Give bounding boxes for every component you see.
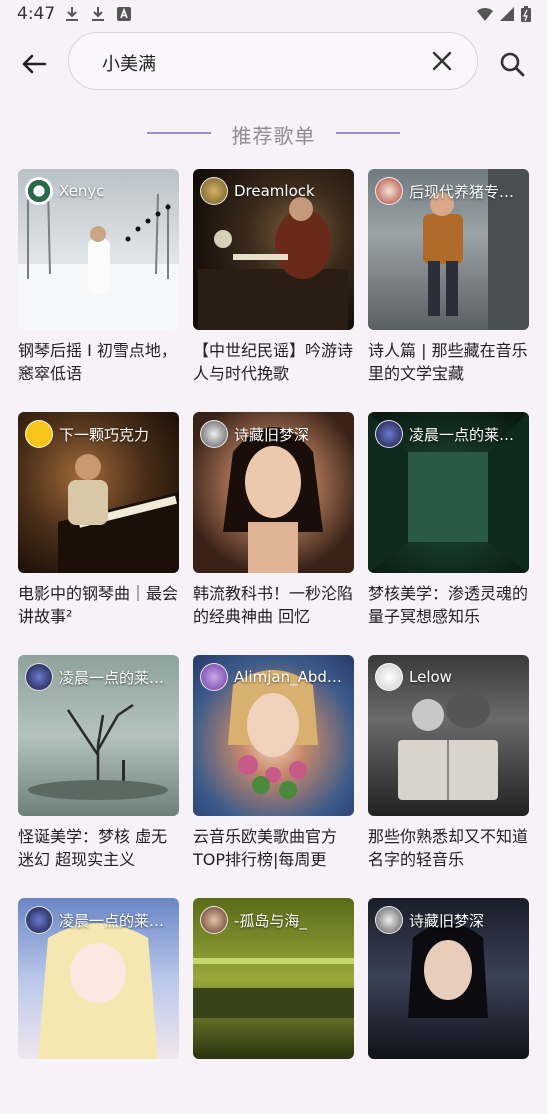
avatar xyxy=(375,906,403,934)
playlist-owner: 凌晨一点的莱… xyxy=(25,662,175,692)
owner-name: Alimjan_Abdu… xyxy=(234,668,350,686)
avatar xyxy=(25,663,53,691)
back-arrow-icon[interactable] xyxy=(18,48,50,80)
playlist-cover[interactable]: Lelow xyxy=(368,655,529,816)
playlist-card[interactable]: Alimjan_Abdu… 云音乐欧美歌曲官方TOP排行榜|每周更 xyxy=(193,655,354,871)
search-query-text[interactable]: 小美满 xyxy=(102,50,156,76)
close-icon[interactable] xyxy=(431,50,453,72)
playlist-title[interactable]: 梦核美学：渗透灵魂的量子冥想感知乐 xyxy=(368,582,529,628)
playlist-owner: Xenyc xyxy=(25,176,175,206)
owner-name: 诗藏旧梦深 xyxy=(409,911,485,930)
playlist-owner: 凌晨一点的莱… xyxy=(25,905,175,935)
owner-name: 凌晨一点的莱… xyxy=(59,668,165,687)
playlist-owner: 后现代养猪专… xyxy=(375,176,525,206)
playlist-card[interactable]: -孤岛与海_ xyxy=(193,898,354,1114)
avatar xyxy=(200,177,228,205)
status-notifications xyxy=(64,6,132,22)
playlist-card[interactable]: 凌晨一点的莱… 梦核美学：渗透灵魂的量子冥想感知乐 xyxy=(368,412,529,628)
playlist-card[interactable]: 后现代养猪专… 诗人篇 | 那些藏在音乐里的文学宝藏 xyxy=(368,169,529,385)
playlist-title[interactable]: 韩流教科书！一秒沦陷的经典神曲 回忆 xyxy=(193,582,354,628)
avatar xyxy=(375,177,403,205)
avatar xyxy=(200,663,228,691)
owner-name: 凌晨一点的莱… xyxy=(59,911,165,930)
playlist-title[interactable]: 电影中的钢琴曲｜最会讲故事² xyxy=(18,582,179,628)
playlist-title[interactable] xyxy=(193,1068,354,1114)
playlist-cover[interactable]: 凌晨一点的莱… xyxy=(368,412,529,573)
playlist-cover[interactable]: 后现代养猪专… xyxy=(368,169,529,330)
search-row: 小美满 xyxy=(0,32,547,92)
section-title: 推荐歌单 xyxy=(231,124,316,148)
playlist-grid: Xenyc 钢琴后摇 I 初雪点地，窸窣低语 Dreamlock 【中世纪民谣】… xyxy=(18,169,529,1114)
search-input[interactable]: 小美满 xyxy=(68,32,478,90)
status-bar: 4:47 xyxy=(0,0,547,30)
playlist-cover[interactable]: 诗藏旧梦深 xyxy=(368,898,529,1059)
status-system-icons xyxy=(477,6,531,22)
avatar xyxy=(25,177,53,205)
avatar xyxy=(375,663,403,691)
playlist-title[interactable]: 钢琴后摇 I 初雪点地，窸窣低语 xyxy=(18,339,179,385)
divider-right xyxy=(336,132,400,134)
signal-icon xyxy=(500,7,514,21)
playlist-title[interactable]: 云音乐欧美歌曲官方TOP排行榜|每周更 xyxy=(193,825,354,871)
playlist-card[interactable]: 诗藏旧梦深 xyxy=(368,898,529,1114)
playlist-card[interactable]: 下一颗巧克力 电影中的钢琴曲｜最会讲故事² xyxy=(18,412,179,628)
playlist-title[interactable] xyxy=(18,1068,179,1114)
avatar xyxy=(25,420,53,448)
section-header: 推荐歌单 xyxy=(0,116,547,150)
owner-name: Dreamlock xyxy=(234,182,315,200)
avatar xyxy=(200,906,228,934)
playlist-owner: 诗藏旧梦深 xyxy=(200,419,350,449)
avatar xyxy=(25,906,53,934)
avatar xyxy=(375,420,403,448)
playlist-cover[interactable]: 凌晨一点的莱… xyxy=(18,898,179,1059)
owner-name: Xenyc xyxy=(59,182,105,200)
playlist-card[interactable]: 诗藏旧梦深 韩流教科书！一秒沦陷的经典神曲 回忆 xyxy=(193,412,354,628)
playlist-cover[interactable]: Dreamlock xyxy=(193,169,354,330)
wifi-icon xyxy=(477,7,493,21)
avatar xyxy=(200,420,228,448)
playlist-card[interactable]: 凌晨一点的莱… xyxy=(18,898,179,1114)
playlist-owner: 凌晨一点的莱… xyxy=(375,419,525,449)
playlist-cover[interactable]: Xenyc xyxy=(18,169,179,330)
playlist-cover[interactable]: 诗藏旧梦深 xyxy=(193,412,354,573)
status-time: 4:47 xyxy=(17,4,56,24)
playlist-card[interactable]: Dreamlock 【中世纪民谣】吟游诗人与时代挽歌 xyxy=(193,169,354,385)
owner-name: -孤岛与海_ xyxy=(234,911,307,930)
playlist-owner: 下一颗巧克力 xyxy=(25,419,175,449)
battery-icon xyxy=(521,6,531,22)
owner-name: 下一颗巧克力 xyxy=(59,425,150,444)
playlist-title[interactable] xyxy=(368,1068,529,1114)
playlist-cover[interactable]: 凌晨一点的莱… xyxy=(18,655,179,816)
playlist-cover[interactable]: -孤岛与海_ xyxy=(193,898,354,1059)
playlist-cover[interactable]: Alimjan_Abdu… xyxy=(193,655,354,816)
owner-name: 诗藏旧梦深 xyxy=(234,425,310,444)
owner-name: 凌晨一点的莱… xyxy=(409,425,515,444)
playlist-title[interactable]: 诗人篇 | 那些藏在音乐里的文学宝藏 xyxy=(368,339,529,385)
playlist-card[interactable]: 凌晨一点的莱… 怪诞美学：梦核 虚无 迷幻 超现实主义 xyxy=(18,655,179,871)
search-icon[interactable] xyxy=(498,50,526,78)
playlist-owner: 诗藏旧梦深 xyxy=(375,905,525,935)
download-icon xyxy=(92,7,104,21)
playlist-card[interactable]: Lelow 那些你熟悉却又不知道名字的轻音乐 xyxy=(368,655,529,871)
playlist-title[interactable]: 怪诞美学：梦核 虚无 迷幻 超现实主义 xyxy=(18,825,179,871)
owner-name: Lelow xyxy=(409,668,452,686)
playlist-owner: Alimjan_Abdu… xyxy=(200,662,350,692)
playlist-owner: Lelow xyxy=(375,662,525,692)
font-icon xyxy=(117,7,131,21)
owner-name: 后现代养猪专… xyxy=(409,182,515,201)
playlist-cover[interactable]: 下一颗巧克力 xyxy=(18,412,179,573)
playlist-title[interactable]: 那些你熟悉却又不知道名字的轻音乐 xyxy=(368,825,529,871)
playlist-owner: Dreamlock xyxy=(200,176,350,206)
playlist-card[interactable]: Xenyc 钢琴后摇 I 初雪点地，窸窣低语 xyxy=(18,169,179,385)
playlist-owner: -孤岛与海_ xyxy=(200,905,350,935)
playlist-title[interactable]: 【中世纪民谣】吟游诗人与时代挽歌 xyxy=(193,339,354,385)
download-icon xyxy=(66,7,78,21)
